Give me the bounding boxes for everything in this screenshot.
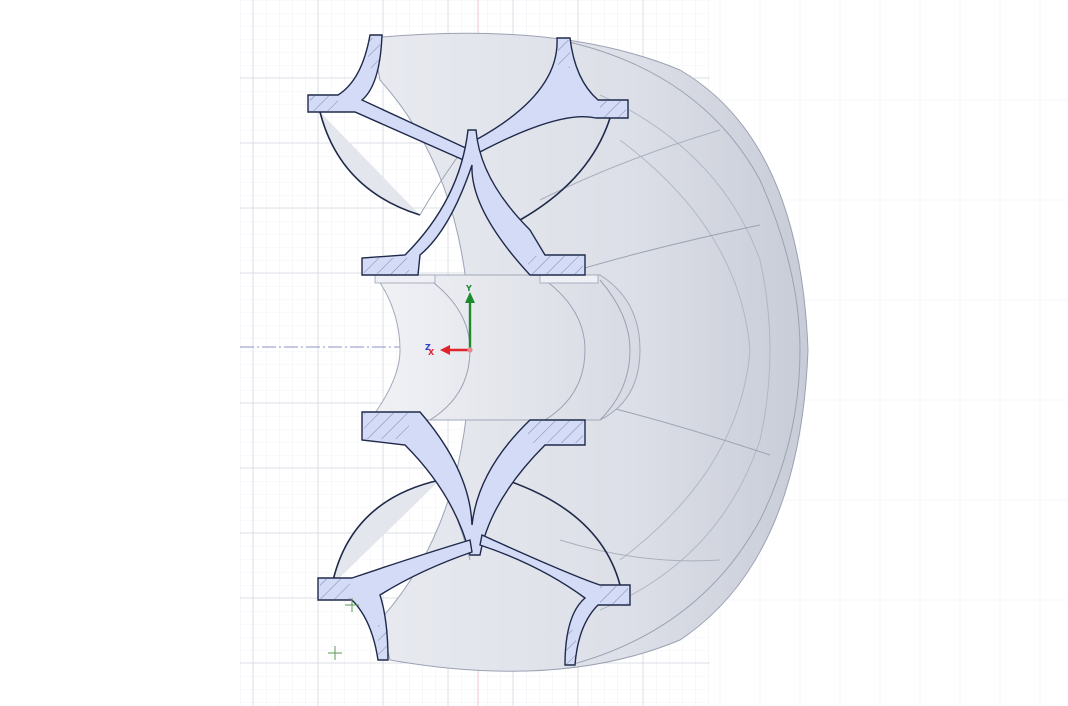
cad-viewport[interactable]: Y Z X	[0, 0, 1068, 706]
x-axis-label: X	[428, 348, 435, 357]
y-axis-label: Y	[465, 284, 472, 293]
origin-point[interactable]	[467, 347, 473, 353]
hub-cavity	[369, 274, 641, 421]
viewport-canvas[interactable]: Y Z X	[0, 0, 1068, 706]
